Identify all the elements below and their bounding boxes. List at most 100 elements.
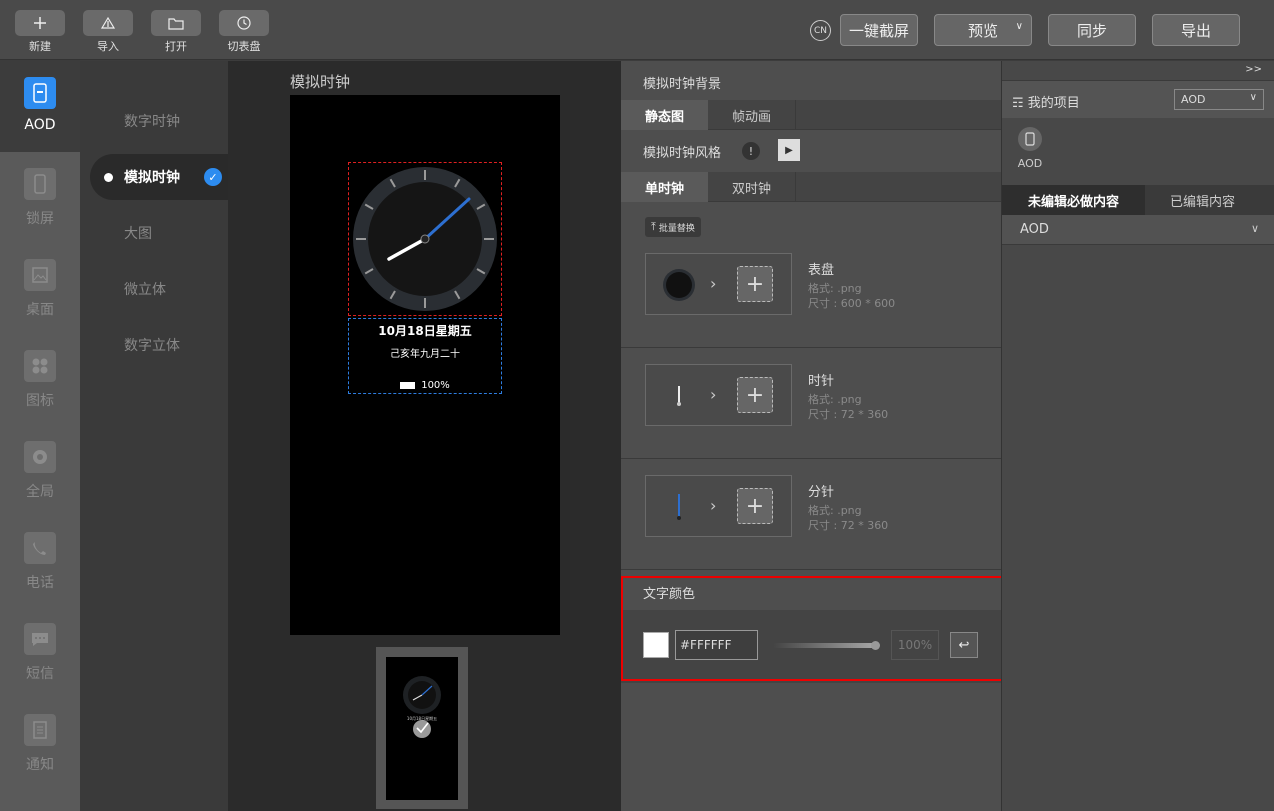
dial-thumbnail bbox=[662, 268, 696, 302]
sidebar-item-label: 短信 bbox=[26, 666, 54, 682]
submenu-item-digital-3d[interactable]: 数字立体 bbox=[80, 322, 228, 368]
aod-icon bbox=[24, 77, 56, 109]
sidebar-item-phone[interactable]: 电话 bbox=[0, 516, 80, 607]
tab-unedited-required[interactable]: 未编辑必做内容 bbox=[1002, 185, 1145, 215]
sidebar-item-message[interactable]: 短信 bbox=[0, 607, 80, 698]
asset-card: › + bbox=[645, 253, 792, 315]
battery-icon bbox=[400, 382, 416, 389]
project-select-value: AOD bbox=[1181, 93, 1206, 106]
global-icon bbox=[24, 441, 56, 473]
asset-name: 表盘 bbox=[808, 263, 835, 278]
submenu-item-micro-3d[interactable]: 微立体 bbox=[80, 266, 228, 312]
thumbnail-screen: 10月18日星期五 bbox=[386, 657, 458, 800]
tab-dual-clock[interactable]: 双时钟 bbox=[708, 172, 796, 202]
top-toolbar: 新建 导入 打开 切表盘 CN 一键截屏 预览 ∨ 同步 导出 bbox=[0, 0, 1274, 60]
tab-static-image[interactable]: 静态图 bbox=[621, 100, 708, 130]
submenu-item-analog-clock[interactable]: 模拟时钟 ✓ bbox=[90, 154, 228, 200]
chevron-right-icon: › bbox=[710, 385, 717, 404]
aod-content-dropdown[interactable]: AOD ∨ bbox=[1002, 215, 1274, 245]
highlight-frame bbox=[621, 576, 1010, 681]
desktop-icon bbox=[24, 259, 56, 291]
watch-icon bbox=[219, 10, 269, 36]
new-label: 新建 bbox=[29, 40, 51, 53]
asset-row-minute-hand: › + 分针 格式: .png 尺寸 : 72 * 360 bbox=[621, 459, 1001, 570]
import-button[interactable]: 导入 bbox=[83, 10, 133, 54]
tab-frame-animation[interactable]: 帧动画 bbox=[708, 100, 796, 130]
chevron-down-icon: ∨ bbox=[1015, 21, 1023, 32]
export-button[interactable]: 导出 bbox=[1152, 14, 1240, 46]
sidebar-item-label: 锁屏 bbox=[26, 211, 54, 227]
icons-icon bbox=[24, 350, 56, 382]
date-text: 10月18日星期五 bbox=[378, 324, 472, 338]
battery-status: 100% bbox=[349, 380, 501, 391]
panel-title: 模拟时钟背景 bbox=[643, 77, 722, 92]
lock-screen-icon bbox=[24, 168, 56, 200]
sidebar-item-lock-screen[interactable]: 锁屏 bbox=[0, 152, 80, 243]
check-icon: ✓ bbox=[204, 168, 222, 186]
asset-size: 尺寸 : 72 * 360 bbox=[808, 519, 889, 532]
submenu-item-large-image[interactable]: 大图 bbox=[80, 210, 228, 256]
switch-watchface-button[interactable]: 切表盘 bbox=[219, 10, 269, 54]
sidebar-item-global[interactable]: 全局 bbox=[0, 425, 80, 516]
import-label: 导入 bbox=[97, 40, 119, 53]
battery-text: 100% bbox=[421, 380, 450, 391]
upload-icon: ⤒ bbox=[651, 220, 656, 233]
language-icon[interactable]: CN bbox=[810, 20, 831, 41]
collapse-panel-button[interactable]: >> bbox=[1245, 64, 1262, 75]
switch-watchface-label: 切表盘 bbox=[227, 40, 261, 53]
clock-text-region[interactable]: 10月18日星期五 己亥年九月二十 100% bbox=[348, 318, 502, 394]
project-item-aod[interactable]: AOD bbox=[1016, 127, 1044, 170]
properties-panel: 模拟时钟背景 静态图 帧动画 模拟时钟风格 ! ▶ 单时钟 双时钟 ⤒ 批量替换… bbox=[621, 61, 1001, 811]
active-dot-icon bbox=[104, 173, 113, 182]
chevron-down-icon: ∨ bbox=[1250, 222, 1259, 235]
clock-count-tabs: 单时钟 双时钟 bbox=[621, 172, 1001, 202]
screenshot-button[interactable]: 一键截屏 bbox=[840, 14, 918, 46]
add-dial-button[interactable]: + bbox=[737, 266, 773, 302]
batch-replace-label: 批量替换 bbox=[658, 223, 695, 234]
asset-card: › + bbox=[645, 364, 792, 426]
sidebar-item-icons[interactable]: 图标 bbox=[0, 334, 80, 425]
thumbnail-preview[interactable]: 10月18日星期五 bbox=[376, 647, 468, 809]
asset-name: 时针 bbox=[808, 374, 835, 389]
asset-row-hour-hand: › + 时针 格式: .png 尺寸 : 72 * 360 bbox=[621, 348, 1001, 459]
project-title: ☶ 我的项目 bbox=[1012, 96, 1080, 111]
import-icon bbox=[83, 10, 133, 36]
preview-label: 预览 bbox=[967, 21, 998, 40]
phone-preview: 10月18日星期五 己亥年九月二十 100% bbox=[290, 95, 560, 635]
open-label: 打开 bbox=[165, 40, 187, 53]
submenu-item-digital-clock[interactable]: 数字时钟 bbox=[80, 98, 228, 144]
sidebar-item-label: 图标 bbox=[26, 393, 54, 409]
asset-size: 尺寸 : 72 * 360 bbox=[808, 408, 889, 421]
batch-replace-button[interactable]: ⤒ 批量替换 bbox=[645, 217, 701, 237]
sync-button[interactable]: 同步 bbox=[1048, 14, 1136, 46]
new-button[interactable]: 新建 bbox=[15, 10, 65, 54]
tab-single-clock[interactable]: 单时钟 bbox=[621, 172, 708, 202]
open-button[interactable]: 打开 bbox=[151, 10, 201, 54]
chevron-right-icon: › bbox=[710, 496, 717, 515]
sidebar-item-desktop[interactable]: 桌面 bbox=[0, 243, 80, 334]
preview-title: 模拟时钟 bbox=[290, 73, 351, 91]
sidebar-item-notification[interactable]: 通知 bbox=[0, 698, 80, 789]
sidebar-item-aod[interactable]: AOD bbox=[0, 61, 80, 152]
thumbnail-date-text: 10月18日星期五 bbox=[406, 716, 438, 721]
play-icon[interactable]: ▶ bbox=[778, 139, 800, 161]
sidebar-item-label: 电话 bbox=[26, 575, 54, 591]
asset-format: 格式: .png bbox=[808, 504, 862, 517]
preview-button[interactable]: 预览 ∨ bbox=[934, 14, 1032, 46]
asset-card: › + bbox=[645, 475, 792, 537]
analog-clock bbox=[353, 167, 497, 311]
lunar-date-text: 己亥年九月二十 bbox=[390, 349, 460, 360]
asset-format: 格式: .png bbox=[808, 393, 862, 406]
add-hour-hand-button[interactable]: + bbox=[737, 377, 773, 413]
add-minute-hand-button[interactable]: + bbox=[737, 488, 773, 524]
clock-dial-region[interactable] bbox=[348, 162, 502, 316]
project-select[interactable]: AOD ∨ bbox=[1174, 89, 1264, 110]
background-type-tabs: 静态图 帧动画 bbox=[621, 100, 1001, 130]
clock-style-label: 模拟时钟风格 bbox=[643, 146, 722, 161]
project-item-label: AOD bbox=[1017, 157, 1043, 170]
aod-icon bbox=[1018, 127, 1042, 151]
project-panel: >> ☶ 我的项目 AOD ∨ AOD 未编辑必做内容 已编辑内容 AOD ∨ bbox=[1001, 61, 1274, 811]
asset-row-dial: › + 表盘 格式: .png 尺寸 : 600 * 600 bbox=[621, 237, 1001, 348]
info-icon[interactable]: ! bbox=[742, 142, 760, 160]
tab-edited[interactable]: 已编辑内容 bbox=[1145, 185, 1260, 215]
